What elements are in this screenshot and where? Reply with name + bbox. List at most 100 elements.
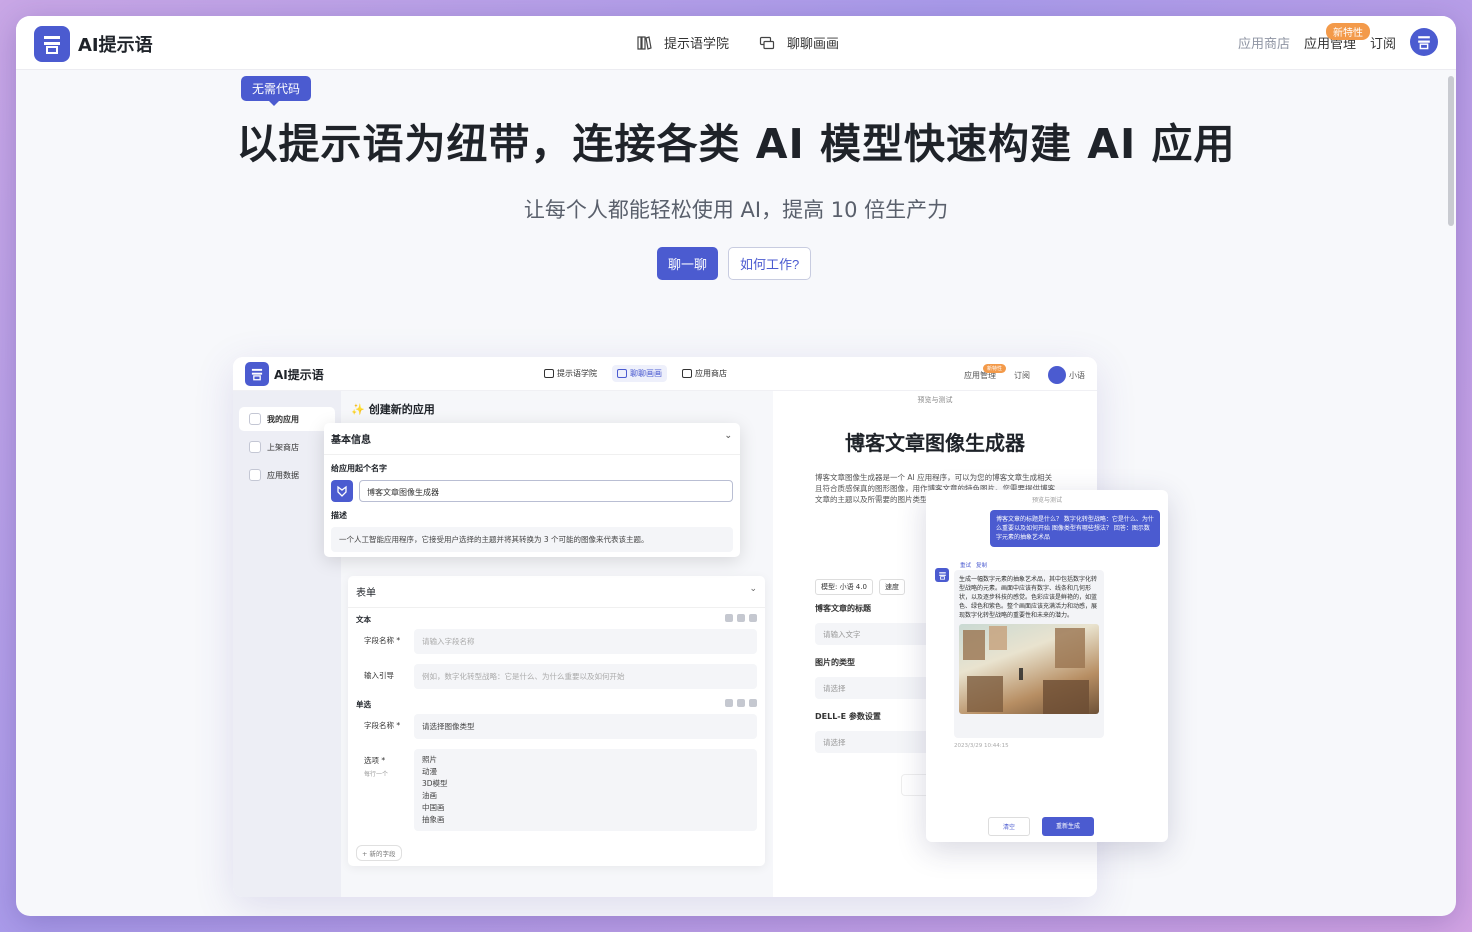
main-nav: 提示语学院 聊聊画画 [636, 33, 839, 52]
no-code-tag: 无需代码 [241, 76, 312, 106]
chart-icon [249, 469, 261, 481]
preview-title: 博客文章图像生成器 [845, 431, 1025, 455]
download-icon [725, 699, 733, 707]
app-manage-link[interactable]: 应用管理 新特性 [1304, 22, 1370, 52]
mock-new-badge: 新特性 [982, 363, 1006, 373]
mock-manage: 应用管理 新特性 [964, 363, 1006, 381]
mock-nav-store: 应用商店 [677, 365, 732, 382]
user-icon [249, 413, 261, 425]
download-icon [725, 614, 733, 622]
chat-button[interactable]: 聊一聊 [657, 247, 719, 280]
nav-chat-draw[interactable]: 聊聊画画 [759, 33, 839, 52]
create-app-label: 创建新的应用 [368, 403, 435, 416]
avatar [1048, 366, 1066, 384]
trash-icon [749, 614, 757, 622]
message-time: 2023/3/29 10:44:15 [954, 743, 1009, 749]
mock-user-name: 小语 [1069, 370, 1085, 380]
eye-icon [737, 699, 745, 707]
hero-subtitle: 让每个人都能轻松使用 AI，提高 10 倍生产力 [523, 198, 949, 222]
single-section-title: 单选 [356, 699, 757, 710]
form-header: 表单 ⌄ [348, 576, 765, 608]
options-hint: 每行一个 [364, 771, 389, 778]
form-title: 表单 [356, 588, 376, 599]
blog-title-label: 博客文章的标题 [815, 604, 871, 613]
text-section-label: 文本 [356, 615, 371, 624]
preview-caption: 预览与测试 [917, 396, 953, 404]
chat-footer: 清空 重新生成 [988, 817, 1095, 836]
user-message: 博客文章的标题是什么？ 数字化转型战略：它是什么、为什么重要以及如何开始 图像类… [990, 510, 1160, 547]
nav-label: 提示语学院 [664, 37, 730, 52]
option-item: 抽象画 [422, 815, 445, 824]
trash-icon [749, 699, 757, 707]
mock-brand: AI提示语 [274, 367, 324, 382]
store-icon [249, 441, 261, 453]
text-field-name-row: 字段名称 * 请输入字段名称 [356, 629, 757, 654]
mock-nav-label: 提示语学院 [557, 369, 597, 378]
dalle-settings-label: DELL-E 参数设置 [815, 712, 881, 721]
nav-prompt-academy[interactable]: 提示语学院 [636, 33, 729, 52]
copy-label: 复制 [976, 563, 988, 569]
chat-icon [617, 369, 627, 378]
option-item: 3D模型 [422, 779, 448, 788]
clear-button: 清空 [988, 817, 1031, 836]
subscribe-link[interactable]: 订阅 [1370, 33, 1396, 52]
chat-preview-panel: 预览与测试 博客文章的标题是什么？ 数字化转型战略：它是什么、为什么重要以及如何… [926, 490, 1168, 842]
section-tools [725, 699, 757, 707]
basic-info-card: 基本信息 ⌄ 给应用起个名字 博客文章图像生成器 描述 一个人工智能应用程序，它… [324, 423, 740, 557]
eye-icon [737, 614, 745, 622]
book-icon [544, 369, 554, 378]
option-item: 动漫 [422, 767, 437, 776]
retry-label: 重试 [960, 563, 972, 569]
app-store-link[interactable]: 应用商店 [1238, 33, 1290, 52]
sidebar-item-publish: 上架商店 [239, 435, 335, 459]
description-field: 一个人工智能应用程序，它接受用户选择的主题并将其转换为 3 个可能的图像来代表该… [331, 527, 733, 552]
model-label: 模型: 小语 4.0 [815, 579, 873, 595]
add-field-button: + 新的字段 [356, 845, 402, 861]
avatar[interactable] [1410, 28, 1438, 56]
field-name-label: 字段名称 * [364, 721, 401, 730]
brand-name: AI提示语 [78, 35, 153, 56]
mock-logo-icon [245, 362, 269, 386]
mock-nav-academy: 提示语学院 [539, 365, 602, 382]
hero-title: 以提示语为纽带，连接各类 AI 模型快速构建 AI 应用 [236, 120, 1236, 168]
create-app-title: ✨ 创建新的应用 [351, 401, 435, 417]
speed-label: 速度 [878, 579, 905, 595]
new-feature-badge: 新特性 [1325, 22, 1370, 40]
app-icon [331, 480, 353, 502]
options-row: 选项 * 每行一个 照片 动漫 3D模型 油画 中国画 抽象画 [356, 749, 757, 831]
app-window: AI提示语 提示语学院 聊聊画画 应用商店 应用管理 新特性 订阅 无需代码 以… [16, 16, 1456, 916]
mock-subscribe: 订阅 [1014, 370, 1030, 380]
guide-input: 例如，数字化转型战略：它是什么、为什么重要以及如何开始 [414, 664, 757, 689]
how-it-works-button[interactable]: 如何工作? [728, 247, 812, 280]
sidebar-item-my-apps: 我的应用 [239, 407, 335, 431]
basic-info-title: 基本信息 [331, 435, 371, 446]
nav-label: 聊聊画画 [787, 37, 840, 52]
option-item: 油画 [422, 791, 437, 800]
sidebar-item-label: 我的应用 [267, 414, 299, 424]
header-right: 应用商店 应用管理 新特性 订阅 [1238, 22, 1438, 56]
sparkle-icon: ✨ [351, 402, 365, 416]
text-section-title: 文本 [356, 614, 757, 625]
image-type-label: 图片的类型 [815, 658, 855, 667]
mock-nav-label: 聊聊画画 [630, 369, 662, 378]
mock-nav-label: 应用商店 [695, 369, 727, 378]
single-field-name-row: 字段名称 * 请选择图像类型 [356, 714, 757, 739]
chevron-down-icon: ⌄ [724, 431, 732, 441]
mock-nav: 提示语学院 聊聊画画 应用商店 [539, 365, 732, 382]
options-label: 选项 * 每行一个 [356, 749, 414, 778]
mock-nav-chat: 聊聊画画 [612, 365, 667, 382]
top-navbar: AI提示语 提示语学院 聊聊画画 应用商店 应用管理 新特性 订阅 [16, 16, 1456, 70]
sidebar-item-label: 上架商店 [267, 442, 299, 452]
store-icon [682, 369, 692, 378]
brand-logo[interactable]: AI提示语 [34, 26, 153, 62]
mock-logo: AI提示语 [245, 362, 324, 386]
generated-image [959, 624, 1099, 714]
field-name-input: 请输入字段名称 [414, 629, 757, 654]
basic-info-header: 基本信息 ⌄ [324, 423, 740, 455]
field-name-label: 字段名称 * [364, 636, 401, 645]
app-name-input: 博客文章图像生成器 [359, 480, 733, 502]
sidebar-item-data: 应用数据 [239, 463, 335, 487]
chat-caption: 预览与测试 [1031, 497, 1062, 504]
hero-buttons: 聊一聊 如何工作? [657, 247, 812, 280]
mock-user: 小语 [1048, 366, 1085, 384]
